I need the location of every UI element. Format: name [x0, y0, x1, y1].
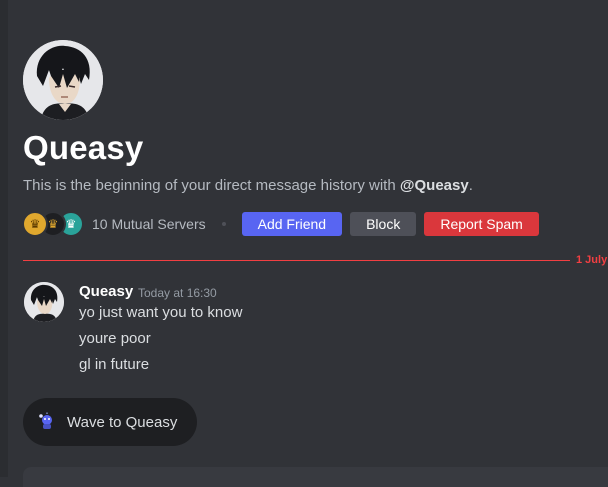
- wave-button[interactable]: Wave to Queasy: [23, 398, 197, 446]
- wumpus-wave-icon: [39, 412, 52, 429]
- crown-icon: ♛: [29, 217, 41, 231]
- dm-intro-text: This is the beginning of your direct mes…: [23, 176, 473, 196]
- message-avatar[interactable]: [24, 282, 64, 322]
- message-line: yo just want you to know: [79, 304, 243, 321]
- block-button[interactable]: Block: [350, 212, 417, 236]
- avatar-illustration: [24, 282, 64, 322]
- message-timestamp: Today at 16:30: [138, 286, 217, 300]
- avatar-illustration: [23, 40, 103, 120]
- add-friend-button[interactable]: Add Friend: [241, 212, 343, 236]
- divider-date: 1 July 2: [576, 254, 608, 266]
- report-spam-button[interactable]: Report Spam: [424, 212, 539, 236]
- intro-suffix: .: [468, 177, 473, 194]
- crown-icon: ♛: [47, 217, 59, 231]
- mutual-server-icon[interactable]: ♛: [22, 211, 48, 237]
- dm-channel: Queasy This is the beginning of your dir…: [8, 0, 608, 487]
- message-input[interactable]: [23, 467, 608, 487]
- crown-icon: ♛: [65, 217, 77, 231]
- profile-name: Queasy: [23, 129, 144, 166]
- mutual-servers-link[interactable]: 10 Mutual Servers: [92, 216, 206, 232]
- wave-label: Wave to Queasy: [67, 413, 178, 431]
- message-line: gl in future: [79, 356, 150, 373]
- intro-prefix: This is the beginning of your direct mes…: [23, 177, 400, 194]
- sidebar-edge: [0, 0, 8, 477]
- profile-avatar[interactable]: [23, 40, 103, 120]
- new-messages-divider: [23, 260, 570, 261]
- profile-actions-row: ♛ ♛ ♛ 10 Mutual Servers Add Friend Block…: [22, 211, 547, 237]
- intro-handle: @Queasy: [399, 177, 469, 194]
- message-author[interactable]: Queasy: [79, 283, 133, 301]
- message-line: youre poor: [79, 330, 151, 347]
- separator-dot: [221, 222, 226, 226]
